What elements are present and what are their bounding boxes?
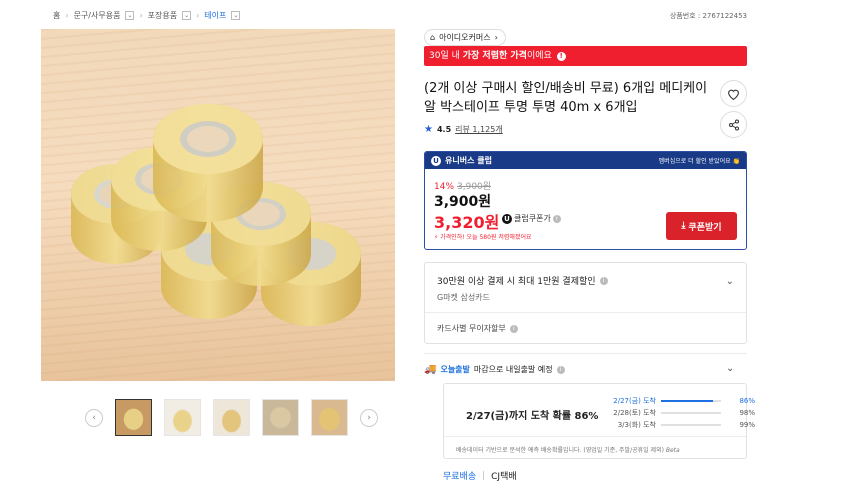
review-link[interactable]: 리뷰 1,125개 (455, 124, 503, 135)
delivery-bar (661, 400, 721, 402)
delivery-probability: 2/27(금)까지 도착 확률 86% (466, 411, 599, 422)
banner-bold: 가장 저렴한 가격 (462, 51, 527, 61)
breadcrumb-separator: › (65, 11, 69, 20)
club-header-right: 멤버십으로 더 할인 받았어요 👏 (658, 158, 740, 165)
lowest-price-banner: 30일 내 가장 저렴한 가격이에요 ! (424, 46, 747, 66)
shipping-info: 무료배송 CJ택배 (443, 469, 517, 482)
thumbnail-1[interactable] (115, 399, 152, 436)
delivery-forecast: 2/27(금)까지 도착 확률 86% 2/27(금) 도착 86% 2/28(… (443, 383, 755, 459)
thumbnail-5[interactable] (311, 399, 348, 436)
divider (424, 353, 747, 354)
thumbnail-strip: ‹ › (85, 399, 378, 436)
breadcrumb-separator: › (139, 11, 143, 20)
club-price-label: 클럽쿠폰가 (514, 214, 551, 223)
chevron-left-icon[interactable]: ‹ (85, 408, 103, 427)
delivery-date: 2/27(금) 도착 (613, 397, 656, 405)
store-badge[interactable]: ⌂ 아이디오커머스 › (424, 29, 506, 46)
card-discount-panel[interactable]: 30만원 이상 결제 시 최대 1만원 결제할인 i G마켓 삼성카드 ⌄ 카드사… (424, 262, 747, 344)
chevron-right-icon: › (494, 33, 498, 42)
today-shipping: 🚚 오늘출발 마감으로 내일출발 예정 i (424, 364, 565, 375)
beta-label: Beta (665, 447, 680, 454)
price-drop-note: 가격인하! 오늘 580원 저렴해졌어요 (440, 234, 532, 241)
store-name: 아이디오커머스 (439, 33, 491, 42)
delivery-bar (661, 424, 721, 426)
star-icon: ★ (424, 124, 433, 135)
today-shipping-text: 마감으로 내일출발 예정 (473, 365, 553, 374)
product-title: (2개 이상 구매시 할인/배송비 무료) 6개입 메디케이알 박스테이프 투명… (424, 81, 708, 115)
breadcrumb-packaging[interactable]: 포장용품 (148, 10, 177, 21)
rating-score: 4.5 (436, 125, 452, 134)
breadcrumb-separator: › (196, 11, 200, 20)
chevron-right-icon[interactable]: › (360, 408, 378, 427)
delivery-footnote: 배송데이터 기반으로 분석한 예측 배송확률입니다. (영업일 기준, 주말/공… (456, 447, 664, 454)
chevron-down-icon[interactable]: ⌄ (726, 363, 734, 374)
price-drop-icon: ⚡ (434, 234, 439, 241)
breadcrumb-stationery[interactable]: 문구/사무용품 (74, 10, 121, 21)
delivery-bar (661, 412, 721, 414)
info-icon[interactable]: i (556, 365, 565, 374)
truck-icon: 🚚 (424, 364, 437, 375)
club-u-icon: U (431, 155, 441, 166)
chevron-down-icon[interactable]: ⌄ (231, 11, 241, 20)
chevron-down-icon[interactable]: ⌄ (726, 276, 734, 287)
get-coupon-label: 쿠폰받기 (688, 222, 722, 233)
installment-text: 카드사별 무이자할부 (437, 324, 506, 333)
today-shipping-tag: 오늘출발 (440, 365, 470, 374)
club-u-icon: U (502, 213, 512, 224)
product-number: 상품번호 : 2767122453 (669, 12, 747, 20)
delivery-row: 3/3(화) 도착 99% (604, 420, 755, 430)
info-icon[interactable]: i (599, 276, 608, 285)
banner-pre: 30일 내 (429, 51, 463, 61)
breadcrumb-home[interactable]: 홈 (53, 10, 60, 21)
club-price-box: U 유니버스 클럽 멤버십으로 더 할인 받았어요 👏 14% 3,900원 3,9… (424, 151, 747, 250)
breadcrumb: 홈 › 문구/사무용품 ⌄ › 포장용품 ⌄ › 테이프 ⌄ (53, 10, 241, 21)
thumbnail-4[interactable] (262, 399, 299, 436)
delivery-date: 2/28(토) 도착 (613, 409, 656, 417)
sale-price: 3,900원 (434, 194, 492, 210)
share-icon[interactable] (720, 111, 747, 138)
product-main-image (41, 29, 395, 381)
info-icon[interactable]: i (552, 214, 561, 223)
info-icon[interactable]: i (509, 324, 518, 333)
download-icon: ⤓ (681, 221, 686, 231)
delivery-row: 2/27(금) 도착 86% (604, 396, 755, 406)
delivery-percent: 99% (739, 421, 755, 429)
chevron-down-icon[interactable]: ⌄ (125, 11, 135, 20)
free-shipping: 무료배송 (443, 472, 477, 482)
delivery-date: 3/3(화) 도착 (617, 421, 656, 429)
club-price: 3,320원 (434, 213, 500, 232)
card-name: G마켓 삼성카드 (437, 293, 490, 302)
delivery-bar-fill (661, 400, 713, 402)
card-discount-text: 30만원 이상 결제 시 최대 1만원 결제할인 (437, 277, 596, 287)
delivery-row: 2/28(토) 도착 98% (604, 408, 755, 418)
breadcrumb-tape[interactable]: 테이프 (204, 10, 226, 21)
delivery-percent: 98% (739, 409, 755, 417)
get-coupon-button[interactable]: ⤓ 쿠폰받기 (666, 212, 737, 240)
rating: ★ 4.5 리뷰 1,125개 (424, 124, 503, 135)
home-icon: ⌂ (430, 33, 436, 42)
heart-icon[interactable] (720, 80, 747, 107)
info-icon[interactable]: ! (556, 51, 566, 61)
thumbnail-2[interactable] (164, 399, 201, 436)
delivery-percent: 86% (739, 397, 755, 405)
club-header: 유니버스 클럽 (445, 156, 492, 165)
chevron-down-icon[interactable]: ⌄ (182, 11, 192, 20)
banner-post: 이에요 (526, 51, 552, 61)
carrier: CJ택배 (491, 472, 517, 482)
thumbnail-3[interactable] (213, 399, 250, 436)
